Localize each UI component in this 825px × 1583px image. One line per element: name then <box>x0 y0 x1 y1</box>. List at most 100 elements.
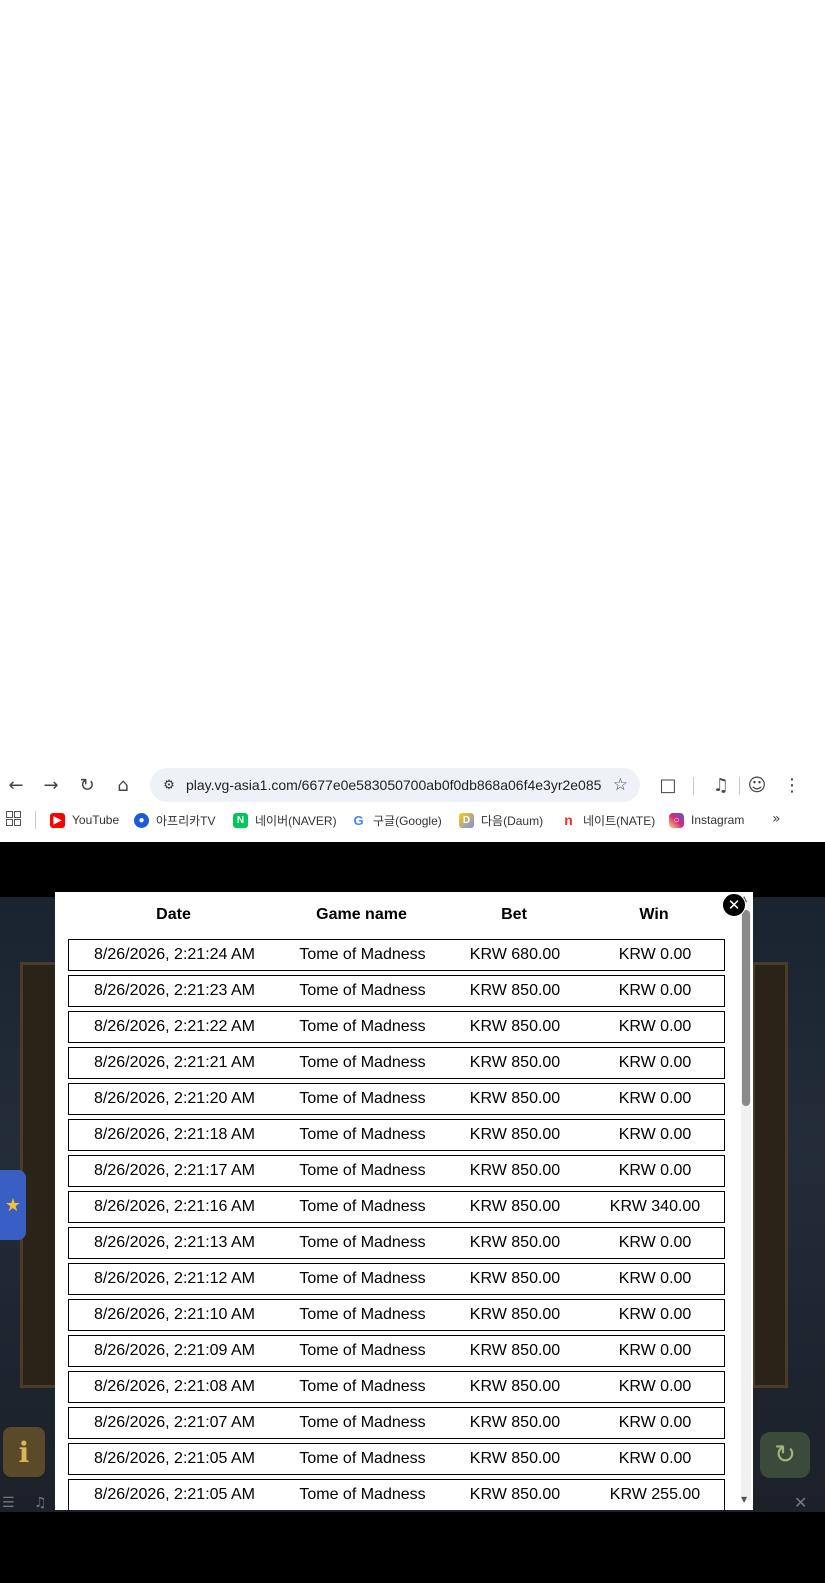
cell-date: 8/26/2026, 2:21:05 AM <box>93 1486 255 1503</box>
cell-win: KRW 0.00 <box>618 1270 692 1287</box>
bookmark-label: 네이버(NAVER) <box>255 813 337 828</box>
cell-win: KRW 0.00 <box>618 1306 692 1323</box>
cell-date: 8/26/2026, 2:21:23 AM <box>93 982 255 999</box>
menu-dots-icon[interactable]: ⋮ <box>780 773 804 797</box>
bookmark-google[interactable]: G 구글(Google) <box>351 811 442 829</box>
header-game-name: Game name <box>316 906 407 923</box>
table-row: 8/26/2026, 2:21:20 AM Tome of Madness KRW … <box>68 1083 725 1115</box>
table-row: 8/26/2026, 2:21:10 AM Tome of Madness KRW … <box>68 1299 725 1331</box>
table-row: 8/26/2026, 2:21:12 AM Tome of Madness KRW … <box>68 1263 725 1295</box>
table-row: 8/26/2026, 2:21:16 AM Tome of Madness KRW … <box>68 1191 725 1223</box>
bookmark-afreecatv[interactable]: ● 아프리카TV <box>134 811 216 829</box>
trophy-icon[interactable]: ★ <box>0 1170 26 1240</box>
back-arrow-icon[interactable]: ← <box>4 773 28 797</box>
table-row: 8/26/2026, 2:21:07 AM Tome of Madness KRW … <box>68 1407 725 1439</box>
cell-game: Tome of Madness <box>299 1450 426 1467</box>
url-text[interactable]: play.vg-asia1.com/6677e0e583050700ab0f0d… <box>186 777 601 793</box>
table-row: 8/26/2026, 2:21:24 AM Tome of Madness KRW … <box>68 939 725 971</box>
cell-date: 8/26/2026, 2:21:07 AM <box>93 1414 255 1431</box>
cell-bet: KRW 850.00 <box>469 1450 561 1467</box>
table-row: 8/26/2026, 2:21:08 AM Tome of Madness KRW … <box>68 1371 725 1403</box>
table-row: 8/26/2026, 2:21:22 AM Tome of Madness KRW … <box>68 1011 725 1043</box>
table-row: 8/26/2026, 2:21:13 AM Tome of Madness KRW … <box>68 1227 725 1259</box>
cell-bet: KRW 850.00 <box>469 1486 561 1503</box>
cell-bet: KRW 850.00 <box>469 1378 561 1395</box>
history-rows: 8/26/2026, 2:21:24 AM Tome of Madness KRW … <box>68 939 725 1510</box>
hamburger-menu-icon[interactable]: ☰ <box>2 1495 15 1511</box>
cell-bet: KRW 850.00 <box>469 1054 561 1071</box>
instagram-icon: ○ <box>669 812 684 828</box>
autoplay-icon[interactable]: ↻ <box>760 1432 810 1478</box>
cell-game: Tome of Madness <box>299 1306 426 1323</box>
cell-game: Tome of Madness <box>299 1414 426 1431</box>
table-row: 8/26/2026, 2:21:21 AM Tome of Madness KRW … <box>68 1047 725 1079</box>
table-row: 8/26/2026, 2:21:23 AM Tome of Madness KRW … <box>68 975 725 1007</box>
bet-history-modal: Date Game name Bet Win 8/26/2026, 2:21:2… <box>55 892 753 1510</box>
cell-bet: KRW 850.00 <box>469 1342 561 1359</box>
bookmark-instagram[interactable]: ○ Instagram <box>669 811 744 829</box>
cell-win: KRW 0.00 <box>618 1126 692 1143</box>
cell-game: Tome of Madness <box>299 1378 426 1395</box>
bookmark-label: 아프리카TV <box>156 813 216 828</box>
bookmark-daum[interactable]: D 다음(Daum) <box>459 811 543 829</box>
bookmark-youtube[interactable]: ▶ YouTube <box>50 811 119 829</box>
more-bookmarks-icon[interactable]: » <box>772 811 781 827</box>
cell-bet: KRW 850.00 <box>469 1126 561 1143</box>
cell-game: Tome of Madness <box>299 1162 426 1179</box>
cell-date: 8/26/2026, 2:21:20 AM <box>93 1090 255 1107</box>
apps-grid-icon[interactable] <box>6 811 22 827</box>
table-row: 8/26/2026, 2:21:05 AM Tome of Madness KRW … <box>68 1443 725 1475</box>
cell-win: KRW 0.00 <box>618 1378 692 1395</box>
cell-bet: KRW 680.00 <box>469 946 561 963</box>
close-modal-button[interactable]: ✕ <box>722 893 746 917</box>
profile-icon[interactable]: ☺ <box>745 773 769 797</box>
scroll-down-arrow-icon[interactable]: ▼ <box>741 1495 747 1504</box>
cell-bet: KRW 850.00 <box>469 1198 561 1215</box>
cell-game: Tome of Madness <box>299 1486 426 1503</box>
cell-date: 8/26/2026, 2:21:05 AM <box>93 1450 255 1467</box>
bookmark-star-icon[interactable]: ☆ <box>613 775 628 795</box>
cell-date: 8/26/2026, 2:21:16 AM <box>93 1198 255 1215</box>
bookmark-label: YouTube <box>72 813 120 827</box>
bookmark-nate[interactable]: n 네이트(NATE) <box>561 811 655 829</box>
cell-bet: KRW 850.00 <box>469 1090 561 1107</box>
bookmark-label: 구글(Google) <box>373 813 442 828</box>
cell-bet: KRW 850.00 <box>469 1270 561 1287</box>
cell-game: Tome of Madness <box>299 1018 426 1035</box>
cell-bet: KRW 850.00 <box>469 1414 561 1431</box>
google-icon: G <box>351 812 366 828</box>
cell-date: 8/26/2026, 2:21:18 AM <box>93 1126 255 1143</box>
cell-game: Tome of Madness <box>299 1234 426 1251</box>
forward-arrow-icon[interactable]: → <box>39 773 63 797</box>
toolbar-divider <box>739 777 740 795</box>
extensions-icon[interactable]: □ <box>656 773 680 797</box>
afreecatv-icon: ● <box>134 812 149 828</box>
cell-game: Tome of Madness <box>299 1342 426 1359</box>
cell-win: KRW 0.00 <box>618 1450 692 1467</box>
cell-win: KRW 0.00 <box>618 1090 692 1107</box>
youtube-icon: ▶ <box>50 812 65 828</box>
reload-icon[interactable]: ↻ <box>75 773 99 797</box>
table-row: 8/26/2026, 2:21:17 AM Tome of Madness KRW … <box>68 1155 725 1187</box>
scrollbar-thumb[interactable] <box>742 910 750 1106</box>
cell-win: KRW 0.00 <box>618 1018 692 1035</box>
cell-win: KRW 0.00 <box>618 1414 692 1431</box>
header-win: Win <box>639 906 669 923</box>
cell-win: KRW 0.00 <box>618 1234 692 1251</box>
bookmarks-bar: ▶ YouTube ● 아프리카TV N 네이버(NAVER) G 구글(Goo… <box>0 805 825 835</box>
nate-icon: n <box>561 812 576 828</box>
info-button[interactable]: i <box>3 1427 45 1477</box>
cell-game: Tome of Madness <box>299 1090 426 1107</box>
cell-game: Tome of Madness <box>299 1054 426 1071</box>
cell-win: KRW 0.00 <box>618 982 692 999</box>
cell-win: KRW 0.00 <box>618 1342 692 1359</box>
bookmark-label: 네이트(NATE) <box>583 813 656 828</box>
cell-date: 8/26/2026, 2:21:09 AM <box>93 1342 255 1359</box>
site-settings-icon[interactable]: ⚙ <box>160 776 178 794</box>
home-icon[interactable]: ⌂ <box>111 773 135 797</box>
bookmark-naver[interactable]: N 네이버(NAVER) <box>233 811 337 829</box>
media-control-icon[interactable]: ♫ <box>709 773 733 797</box>
volume-icon[interactable]: ♫ <box>34 1495 47 1511</box>
close-game-icon[interactable]: ✕ <box>794 1493 807 1512</box>
address-bar[interactable]: ⚙ play.vg-asia1.com/6677e0e583050700ab0f… <box>150 768 640 802</box>
